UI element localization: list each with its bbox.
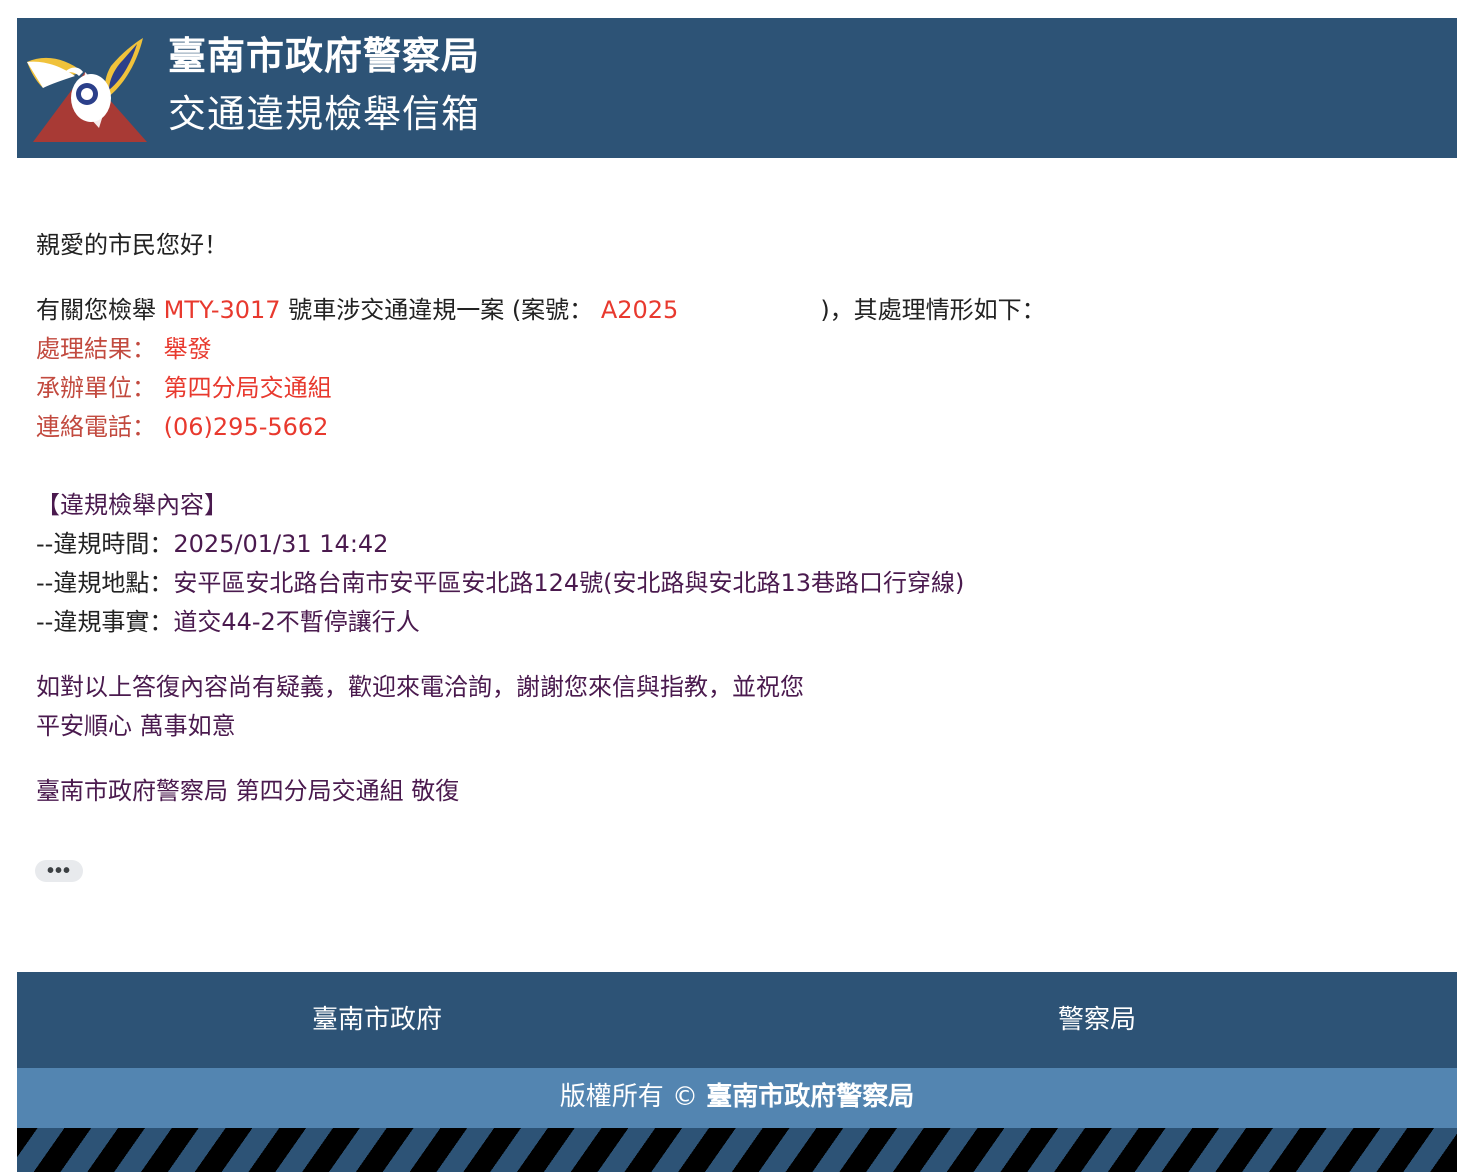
section-title: 【違規檢舉內容】 — [36, 491, 228, 519]
result-value: 舉發 — [163, 335, 212, 363]
police-eagle-logo-icon — [27, 38, 147, 142]
footer-nav: 臺南市政府 警察局 — [17, 972, 1457, 1068]
closing-line-1: 如對以上答復內容尚有疑義，歡迎來電洽詢，謝謝您來信與指教，並祝您 — [36, 673, 804, 701]
agency-title: 臺南市政府警察局 — [168, 34, 481, 78]
unit-row: 承辦單位： 第四分局交通組 — [36, 369, 1436, 408]
redacted-area — [678, 296, 821, 326]
letter-body: 親愛的市民您好！ 有關您檢舉 MTY-3017 號車涉交通違規一案 (案號： A… — [36, 226, 1436, 811]
result-row: 處理結果： 舉發 — [36, 330, 1436, 369]
location-row: --違規地點：安平區安北路台南市安平區安北路124號(安北路與安北路13巷路口行… — [36, 564, 1436, 603]
phone-label: 連絡電話： — [36, 413, 156, 441]
footer-link-city-government[interactable]: 臺南市政府 — [17, 972, 737, 1068]
copyright-prefix: 版權所有 © — [559, 1082, 707, 1112]
copyright-bar: 版權所有 © 臺南市政府警察局 — [17, 1068, 1457, 1128]
time-row: --違規時間：2025/01/31 14:42 — [36, 525, 1436, 564]
mailbox-subtitle: 交通違規檢舉信箱 — [168, 92, 481, 136]
signature: 臺南市政府警察局 第四分局交通組 敬復 — [36, 777, 460, 805]
intro-line: 有關您檢舉 MTY-3017 號車涉交通違規一案 (案號： A2025 )，其處理… — [36, 291, 1436, 330]
result-label: 處理結果： — [36, 335, 156, 363]
fact-label: --違規事實： — [36, 608, 174, 636]
phone-value: (06)295-5662 — [163, 413, 329, 441]
copyright-owner: 臺南市政府警察局 — [706, 1082, 915, 1112]
fact-row: --違規事實：道交44-2不暫停讓行人 — [36, 603, 1436, 642]
greeting: 親愛的市民您好！ — [36, 231, 228, 259]
intro-suffix: )，其處理情形如下： — [820, 296, 1046, 324]
case-number: A2025 — [600, 296, 679, 324]
location-label: --違規地點： — [36, 569, 174, 597]
header-banner: 臺南市政府警察局 交通違規檢舉信箱 — [17, 18, 1457, 158]
plate-number: MTY-3017 — [163, 296, 281, 324]
closing-line-2: 平安順心 萬事如意 — [36, 712, 236, 740]
footer-link-police-bureau[interactable]: 警察局 — [737, 972, 1457, 1068]
time-value: 2025/01/31 14:42 — [173, 530, 389, 558]
unit-value: 第四分局交通組 — [163, 374, 332, 402]
intro-prefix: 有關您檢舉 — [36, 296, 164, 324]
show-trimmed-content-button[interactable]: ••• — [35, 860, 83, 882]
time-label: --違規時間： — [36, 530, 174, 558]
location-value: 安平區安北路台南市安平區安北路124號(安北路與安北路13巷路口行穿線) — [173, 569, 965, 597]
decorative-stripes — [17, 1128, 1457, 1172]
intro-mid: 號車涉交通違規一案 (案號： — [280, 296, 601, 324]
fact-value: 道交44-2不暫停讓行人 — [173, 608, 420, 636]
phone-row: 連絡電話： (06)295-5662 — [36, 408, 1436, 447]
unit-label: 承辦單位： — [36, 374, 156, 402]
